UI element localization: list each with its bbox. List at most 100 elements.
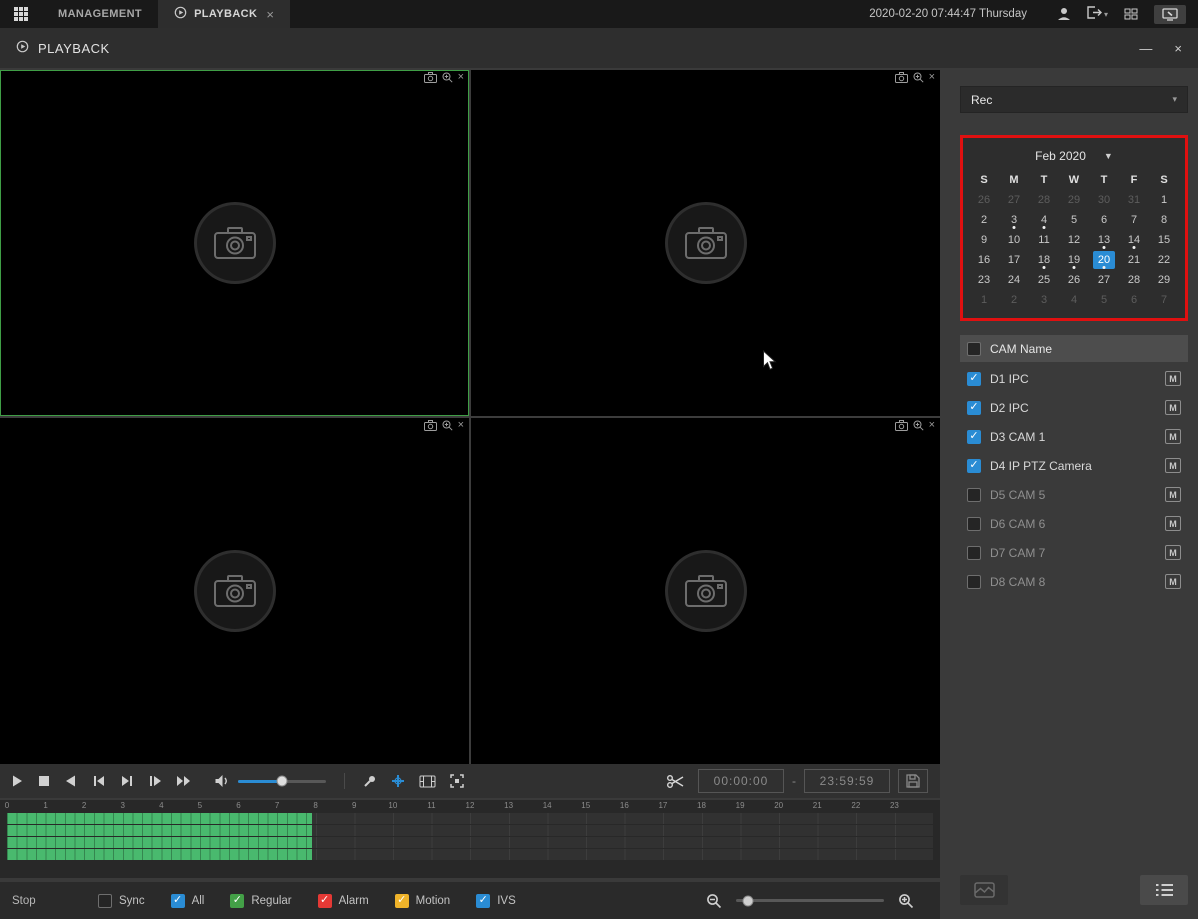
calendar-day[interactable]: 18 <box>1029 250 1059 270</box>
video-cell[interactable]: × <box>471 70 940 416</box>
stream-type-badge[interactable]: M <box>1165 487 1181 502</box>
digital-zoom-icon[interactable] <box>913 72 924 83</box>
calendar-month-selector[interactable]: Feb 2020 ▼ <box>969 142 1179 170</box>
close-channel-icon[interactable]: × <box>458 72 464 83</box>
file-list-button[interactable] <box>1140 875 1188 905</box>
recording-segment[interactable] <box>7 837 312 848</box>
close-channel-icon[interactable]: × <box>929 72 935 83</box>
apps-menu-button[interactable] <box>0 0 42 28</box>
filter-alarm[interactable]: ✓Alarm <box>318 894 369 908</box>
calendar-day[interactable]: 1 <box>969 290 999 310</box>
calendar-day[interactable]: 5 <box>1059 210 1089 230</box>
clip-scissors-button[interactable] <box>660 769 690 793</box>
select-all-cameras-checkbox[interactable] <box>967 342 981 356</box>
sync-checkbox[interactable] <box>98 894 112 908</box>
stop-button[interactable] <box>38 775 50 787</box>
logout-icon[interactable]: ▾ <box>1087 6 1108 22</box>
volume-icon[interactable] <box>214 774 230 788</box>
filter-ivs[interactable]: ✓IVS <box>476 894 516 908</box>
video-cell[interactable]: × <box>0 418 469 764</box>
calendar-day[interactable]: 8 <box>1149 210 1179 230</box>
calendar-day[interactable]: 27 <box>999 190 1029 210</box>
calendar-day[interactable]: 4 <box>1029 210 1059 230</box>
filter-checkbox[interactable]: ✓ <box>318 894 332 908</box>
play-button[interactable] <box>10 774 24 788</box>
calendar-day-selected[interactable]: 20 <box>1089 250 1119 270</box>
calendar-day[interactable]: 28 <box>1119 270 1149 290</box>
clip-end-time[interactable]: 23:59:59 <box>804 769 890 793</box>
calendar-day[interactable]: 14 <box>1119 230 1149 250</box>
camera-checkbox[interactable] <box>967 488 981 502</box>
calendar-day[interactable]: 22 <box>1149 250 1179 270</box>
clip-export-button[interactable] <box>960 875 1008 905</box>
calendar-day[interactable]: 3 <box>1029 290 1059 310</box>
camera-row[interactable]: ✓D4 IP PTZ CameraM <box>960 451 1188 480</box>
zoom-in-icon[interactable] <box>898 893 914 909</box>
camera-row[interactable]: D7 CAM 7M <box>960 538 1188 567</box>
zoom-out-icon[interactable] <box>706 893 722 909</box>
calendar-day[interactable]: 2 <box>999 290 1029 310</box>
digital-zoom-icon[interactable] <box>913 420 924 431</box>
timeline-row[interactable] <box>7 825 933 836</box>
calendar-day[interactable]: 3 <box>999 210 1029 230</box>
camera-row[interactable]: D5 CAM 5M <box>960 480 1188 509</box>
calendar-day[interactable]: 9 <box>969 230 999 250</box>
camera-checkbox[interactable]: ✓ <box>967 459 981 473</box>
calendar-day[interactable]: 21 <box>1119 250 1149 270</box>
video-cell[interactable]: × <box>471 418 940 764</box>
calendar-day[interactable]: 15 <box>1149 230 1179 250</box>
calendar-day[interactable]: 13 <box>1089 230 1119 250</box>
filter-checkbox[interactable]: ✓ <box>476 894 490 908</box>
stream-type-badge[interactable]: M <box>1165 516 1181 531</box>
calendar-day[interactable]: 27 <box>1089 270 1119 290</box>
minimize-button[interactable]: — <box>1139 41 1152 56</box>
camera-checkbox[interactable]: ✓ <box>967 401 981 415</box>
volume-slider-knob[interactable] <box>277 776 288 787</box>
calendar-day[interactable]: 2 <box>969 210 999 230</box>
calendar-day[interactable]: 5 <box>1089 290 1119 310</box>
recording-segment[interactable] <box>7 825 312 836</box>
stream-type-badge[interactable]: M <box>1165 429 1181 444</box>
filter-checkbox[interactable]: ✓ <box>395 894 409 908</box>
filter-regular[interactable]: ✓Regular <box>230 894 291 908</box>
fullscreen-icon[interactable] <box>450 774 464 788</box>
save-clip-button[interactable] <box>898 769 928 793</box>
timeline-row[interactable] <box>7 813 933 824</box>
display-output-icon[interactable] <box>1154 5 1186 24</box>
add-mark-icon[interactable] <box>391 774 405 788</box>
calendar-day[interactable]: 28 <box>1029 190 1059 210</box>
tab-playback[interactable]: PLAYBACK × <box>158 0 290 28</box>
stream-type-badge[interactable]: M <box>1165 545 1181 560</box>
filter-all[interactable]: ✓All <box>171 894 205 908</box>
pin-tag-icon[interactable] <box>363 774 377 788</box>
camera-row[interactable]: ✓D3 CAM 1M <box>960 422 1188 451</box>
slow-play-button[interactable] <box>148 774 162 788</box>
calendar-day[interactable]: 12 <box>1059 230 1089 250</box>
close-tab-icon[interactable]: × <box>266 7 274 22</box>
calendar-day[interactable]: 24 <box>999 270 1029 290</box>
timeline-row[interactable] <box>7 837 933 848</box>
camera-checkbox[interactable] <box>967 517 981 531</box>
recording-segment[interactable] <box>7 813 312 824</box>
record-type-dropdown[interactable]: Rec ▾ <box>960 86 1188 113</box>
calendar-day[interactable]: 7 <box>1119 210 1149 230</box>
calendar-day[interactable]: 1 <box>1149 190 1179 210</box>
calendar-day[interactable]: 6 <box>1089 210 1119 230</box>
camera-checkbox[interactable] <box>967 546 981 560</box>
filter-checkbox[interactable]: ✓ <box>171 894 185 908</box>
calendar-day[interactable]: 4 <box>1059 290 1089 310</box>
close-channel-icon[interactable]: × <box>458 420 464 431</box>
recording-segment[interactable] <box>7 849 312 860</box>
sync-toggle[interactable]: Sync <box>98 894 145 908</box>
calendar-day[interactable]: 31 <box>1119 190 1149 210</box>
volume-slider[interactable] <box>238 780 326 783</box>
next-frame-button[interactable] <box>120 774 134 788</box>
snapshot-icon[interactable] <box>424 72 437 83</box>
timeline-zoom-knob[interactable] <box>742 895 753 906</box>
previous-frame-button[interactable] <box>92 774 106 788</box>
camera-checkbox[interactable]: ✓ <box>967 430 981 444</box>
filter-checkbox[interactable]: ✓ <box>230 894 244 908</box>
snapshot-icon[interactable] <box>895 420 908 431</box>
camera-row[interactable]: D6 CAM 6M <box>960 509 1188 538</box>
camera-checkbox[interactable]: ✓ <box>967 372 981 386</box>
